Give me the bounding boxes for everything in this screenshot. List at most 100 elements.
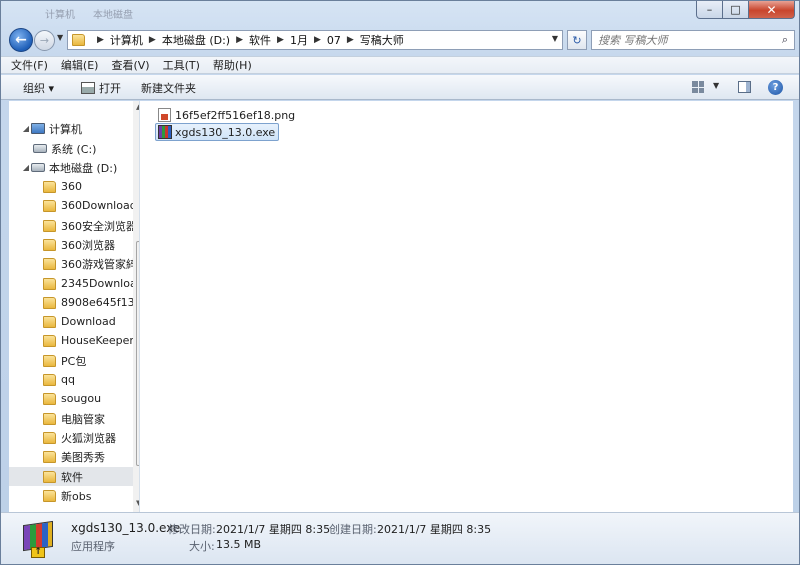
details-pane: ↑ xgds130_13.0.exe 应用程序 修改日期: 2021/1/7 星… (1, 512, 799, 564)
menu-tools[interactable]: 工具(T) (163, 57, 200, 73)
winrar-exe-icon (158, 125, 172, 139)
nav-folder-label: PC包 (61, 354, 87, 368)
nav-folder-item[interactable]: 新obs (9, 486, 139, 505)
open-button[interactable]: 打开 (81, 80, 121, 96)
nav-folder-label: 360Download (61, 199, 137, 212)
nav-folder-label: 360浏览器 (61, 238, 115, 252)
file-item-png[interactable]: 16f5ef2ff516ef18.png (156, 106, 298, 124)
folder-icon (43, 431, 56, 444)
nav-folder-item[interactable]: 360游戏管家綷 (9, 254, 139, 273)
nav-folder-item[interactable]: sougou (9, 389, 139, 408)
folder-icon (43, 450, 56, 463)
collapse-arrow-icon[interactable]: ◢ (21, 163, 31, 172)
address-bar[interactable]: ▶ 计算机 ▶ 本地磁盘 (D:) ▶ 软件 ▶ 1月 ▶ 07 ▶ 写稿大师 … (67, 30, 563, 50)
nav-folder-item[interactable]: 360Download (9, 196, 139, 215)
file-name: xgds130_13.0.exe (175, 125, 276, 139)
chevron-right-icon[interactable]: ▶ (277, 35, 284, 45)
nav-folder-item[interactable]: 软件 (9, 467, 139, 486)
folder-icon (43, 257, 56, 270)
nav-folder-label: 360游戏管家綷 (61, 257, 137, 271)
modified-value: 2021/1/7 星期四 8:35 (216, 523, 331, 536)
refresh-button[interactable]: ↻ (567, 30, 587, 50)
collapse-arrow-icon[interactable]: ◢ (21, 124, 31, 133)
nav-folder-label: 360 (61, 180, 82, 193)
nav-folder-label: 美图秀秀 (61, 450, 105, 464)
nav-computer[interactable]: ◢ 计算机 (9, 119, 137, 138)
menu-file[interactable]: 文件(F) (11, 57, 48, 73)
folder-icon (43, 315, 56, 328)
nav-folder-item[interactable]: 2345Downloa (9, 274, 139, 293)
preview-pane-icon[interactable] (738, 81, 751, 93)
search-icon[interactable]: ⌕ (776, 33, 794, 47)
nav-folder-item[interactable]: 8908e645f138 (9, 293, 139, 312)
chevron-right-icon[interactable]: ▶ (347, 35, 354, 45)
chevron-right-icon[interactable]: ▶ (314, 35, 321, 45)
nav-drive-c[interactable]: 系统 (C:) (9, 139, 139, 158)
organize-label: 组织 ▾ (23, 82, 55, 95)
nav-folder-item[interactable]: qq (9, 370, 139, 389)
breadcrumb: ▶ 计算机 ▶ 本地磁盘 (D:) ▶ 软件 ▶ 1月 ▶ 07 ▶ 写稿大师 (91, 32, 404, 48)
breadcrumb-computer[interactable]: 计算机 (110, 32, 143, 48)
back-button[interactable]: ← (9, 28, 33, 52)
back-arrow-icon: ← (15, 32, 27, 48)
nav-folder-label: qq (61, 373, 75, 386)
window-controls: – □ ✕ (696, 1, 795, 19)
new-folder-button[interactable]: 新建文件夹 (141, 80, 196, 96)
folder-icon (43, 489, 56, 502)
minimize-button[interactable]: – (696, 1, 723, 19)
nav-folder-item[interactable]: 360 (9, 177, 139, 196)
chevron-right-icon[interactable]: ▶ (236, 35, 243, 45)
command-toolbar: 组织 ▾ 打开 新建文件夹 ▼ ? (1, 75, 799, 100)
nav-folder-item[interactable]: 360浏览器 (9, 235, 139, 254)
created-value: 2021/1/7 星期四 8:35 (377, 523, 492, 536)
breadcrumb-drive-d[interactable]: 本地磁盘 (D:) (162, 32, 230, 48)
search-input[interactable] (592, 32, 776, 48)
nav-folder-label: 新obs (61, 489, 92, 503)
search-box[interactable]: ⌕ (591, 30, 795, 50)
nav-folder-item[interactable]: Download (9, 312, 139, 331)
chevron-right-icon[interactable]: ▶ (149, 35, 156, 45)
breadcrumb-current[interactable]: 写稿大师 (360, 32, 404, 48)
navigation-pane: ◢ 计算机 系统 (C:) ◢ 本地磁盘 (D:) 360 360Download… (9, 101, 140, 512)
chevron-right-icon[interactable]: ▶ (97, 35, 104, 45)
computer-icon (31, 123, 45, 134)
nav-folder-label: 火狐浏览器 (61, 431, 116, 445)
menu-view[interactable]: 查看(V) (111, 57, 149, 73)
close-button[interactable]: ✕ (749, 1, 795, 19)
folder-icon (43, 392, 56, 405)
nav-folder-item[interactable]: PC包 (9, 351, 139, 370)
views-dropdown-icon[interactable]: ▼ (713, 81, 719, 90)
views-icon[interactable] (692, 81, 704, 93)
folder-icon (43, 238, 56, 251)
nav-folder-item[interactable]: 电脑管家 (9, 409, 139, 428)
nav-folder-label: Download (61, 315, 116, 328)
nav-folder-label: sougou (61, 392, 102, 405)
size-value: 13.5 MB (216, 538, 262, 551)
menu-edit[interactable]: 编辑(E) (61, 57, 99, 73)
breadcrumb-07[interactable]: 07 (327, 34, 341, 47)
explorer-window: 计算机 本地磁盘 – □ ✕ ← → ▼ ▶ 计算机 ▶ 本地磁盘 (D:) ▶… (0, 0, 800, 565)
forward-button[interactable]: → (34, 30, 55, 51)
folder-icon (43, 199, 56, 212)
help-icon[interactable]: ? (768, 80, 783, 95)
maximize-button[interactable]: □ (723, 1, 749, 19)
folder-icon (43, 219, 56, 232)
new-folder-label: 新建文件夹 (141, 82, 196, 95)
caption-ghost-2: 本地磁盘 (93, 9, 133, 21)
address-dropdown-icon[interactable]: ▼ (552, 34, 558, 43)
organize-button[interactable]: 组织 ▾ (23, 80, 54, 96)
forward-arrow-icon: → (39, 34, 50, 47)
breadcrumb-software[interactable]: 软件 (249, 32, 271, 48)
nav-folder-item[interactable]: 美图秀秀 (9, 447, 139, 466)
file-item-exe[interactable]: xgds130_13.0.exe (155, 123, 280, 141)
winrar-exe-large-icon: ↑ (21, 519, 57, 559)
breadcrumb-january[interactable]: 1月 (290, 32, 308, 48)
nav-drive-d[interactable]: ◢ 本地磁盘 (D:) (9, 158, 137, 177)
nav-folder-item[interactable]: HouseKeeper (9, 331, 139, 350)
nav-folder-item[interactable]: 火狐浏览器 (9, 428, 139, 447)
nav-folder-item[interactable]: 360安全浏览器 (9, 216, 139, 235)
folder-icon (43, 470, 56, 483)
menu-help[interactable]: 帮助(H) (213, 57, 252, 73)
recent-pages-dropdown-icon[interactable]: ▼ (57, 33, 63, 42)
folder-icon (43, 296, 56, 309)
